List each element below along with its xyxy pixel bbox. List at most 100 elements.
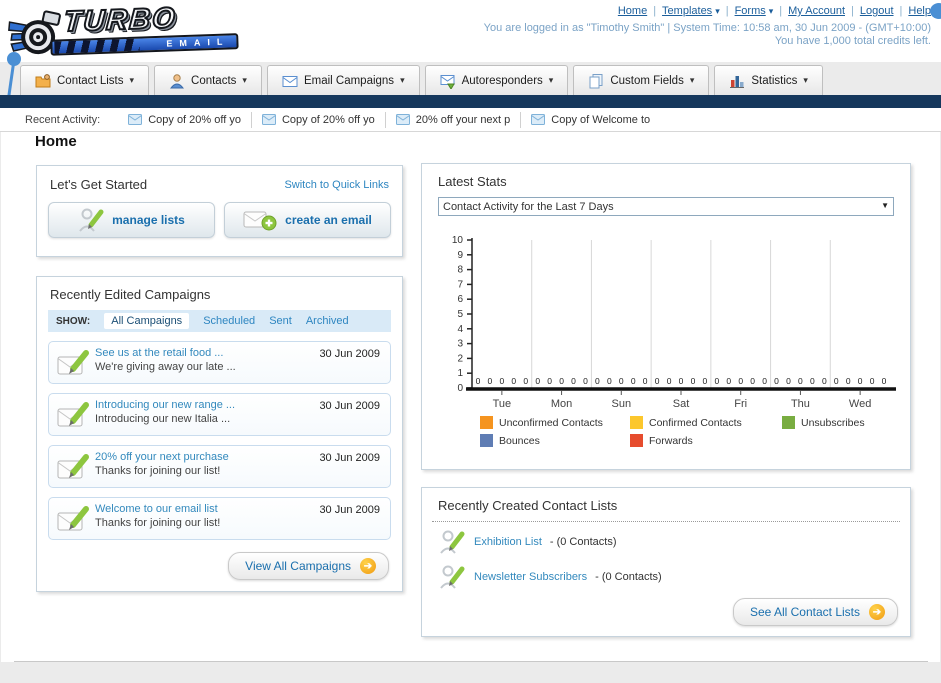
campaign-date: 30 Jun 2009 xyxy=(319,400,380,412)
svg-text:9: 9 xyxy=(457,250,463,261)
svg-text:2: 2 xyxy=(457,353,463,364)
create-email-label: create an email xyxy=(285,213,372,227)
tab-label: Custom Fields xyxy=(610,74,684,87)
arrow-right-icon: ➔ xyxy=(360,558,376,574)
svg-text:0: 0 xyxy=(667,376,672,386)
svg-text:0: 0 xyxy=(750,376,755,386)
svg-text:0: 0 xyxy=(870,376,875,386)
tab-autoresponders[interactable]: Autoresponders ▾ xyxy=(424,65,569,95)
svg-text:0: 0 xyxy=(846,376,851,386)
legend-item: Confirmed Contacts xyxy=(630,416,782,429)
manage-lists-button[interactable]: manage lists xyxy=(48,202,215,238)
tab-label: Contact Lists xyxy=(57,74,124,87)
svg-text:0: 0 xyxy=(559,376,564,386)
nav-link-templates[interactable]: Templates ▾ xyxy=(662,5,720,17)
user-pencil-icon xyxy=(79,208,104,232)
contact-list-count: - (0 Contacts) xyxy=(549,535,617,548)
legend-swatch xyxy=(630,434,643,447)
chevron-down-icon: ▾ xyxy=(129,75,135,85)
get-started-panel: Let's Get Started Switch to Quick Links … xyxy=(36,165,403,257)
app-logo[interactable]: TURBO EMAIL xyxy=(7,0,249,64)
campaign-date: 30 Jun 2009 xyxy=(319,348,380,360)
nav-link-logout[interactable]: Logout xyxy=(860,5,894,17)
get-started-title: Let's Get Started xyxy=(50,177,148,192)
nav-link-forms[interactable]: Forms ▾ xyxy=(735,5,774,17)
svg-text:0: 0 xyxy=(738,376,743,386)
recent-activity-item[interactable]: 20% off your next p xyxy=(386,111,522,128)
campaigns-filter-bar: SHOW: All Campaigns Scheduled Sent Archi… xyxy=(48,310,391,332)
chevron-down-icon: ▾ xyxy=(400,75,405,85)
svg-text:0: 0 xyxy=(882,376,887,386)
nav-link-home[interactable]: Home xyxy=(618,5,647,17)
contact-list-link[interactable]: Newsletter Subscribers xyxy=(474,571,587,583)
latest-stats-panel: Latest Stats Contact Activity for the La… xyxy=(421,163,911,470)
tab-label: Email Campaigns xyxy=(303,74,395,87)
legend-label: Bounces xyxy=(499,434,540,447)
login-info: You are logged in as "Timothy Smith" | S… xyxy=(483,22,931,34)
svg-text:6: 6 xyxy=(457,294,463,305)
svg-text:Sun: Sun xyxy=(611,398,631,410)
nav-link-my-account[interactable]: My Account xyxy=(788,5,845,17)
svg-text:0: 0 xyxy=(643,376,648,386)
filter-scheduled[interactable]: Scheduled xyxy=(203,315,255,327)
envelope-plus-icon xyxy=(243,211,277,231)
recent-activity-label: Recent Activity: xyxy=(25,113,101,126)
see-all-contact-lists-button[interactable]: See All Contact Lists ➔ xyxy=(732,598,898,626)
switch-quick-links-link[interactable]: Switch to Quick Links xyxy=(284,179,389,191)
contact-list-item[interactable]: Newsletter Subscribers - (0 Contacts) xyxy=(422,557,910,592)
navy-divider-bar xyxy=(0,95,941,108)
campaigns-title: Recently Edited Campaigns xyxy=(50,287,211,302)
tab-statistics[interactable]: Statistics ▾ xyxy=(714,65,823,95)
envelope-icon xyxy=(128,114,143,125)
recent-activity-item[interactable]: Copy of Welcome to xyxy=(521,112,660,128)
campaign-date: 30 Jun 2009 xyxy=(319,504,380,516)
svg-text:Fri: Fri xyxy=(734,398,747,410)
recent-activity-text: 20% off your next p xyxy=(415,113,511,126)
nav-link-help[interactable]: Help xyxy=(908,5,931,17)
filter-sent[interactable]: Sent xyxy=(269,315,292,327)
folder-user-icon xyxy=(35,73,51,87)
campaign-row[interactable]: Introducing our new range ... Introducin… xyxy=(48,393,391,436)
filter-archived[interactable]: Archived xyxy=(306,315,349,327)
tab-label: Contacts xyxy=(191,74,237,87)
svg-text:0: 0 xyxy=(810,376,815,386)
recent-activity-item[interactable]: Copy of 20% off yo xyxy=(118,111,252,128)
svg-text:0: 0 xyxy=(547,376,552,386)
campaign-row[interactable]: See us at the retail food ... We're givi… xyxy=(48,341,391,384)
envelope-icon xyxy=(531,114,546,125)
campaign-row[interactable]: 20% off your next purchase Thanks for jo… xyxy=(48,445,391,488)
filter-all-campaigns[interactable]: All Campaigns xyxy=(104,313,190,329)
separator: | xyxy=(851,5,854,17)
svg-text:3: 3 xyxy=(457,339,463,350)
svg-text:0: 0 xyxy=(834,376,839,386)
svg-text:Tue: Tue xyxy=(493,398,512,410)
campaign-description: Thanks for joining our list! xyxy=(95,517,221,529)
svg-text:0: 0 xyxy=(595,376,600,386)
user-icon xyxy=(170,73,185,88)
user-pencil-icon xyxy=(440,530,465,554)
svg-text:0: 0 xyxy=(619,376,624,386)
stats-period-select[interactable]: Contact Activity for the Last 7 Days xyxy=(438,197,894,216)
campaign-row[interactable]: Welcome to our email list Thanks for joi… xyxy=(48,497,391,540)
recent-activity-text: Copy of 20% off yo xyxy=(281,113,375,126)
chevron-down-icon: ▾ xyxy=(548,75,554,85)
envelope-arrow-icon xyxy=(440,74,455,89)
tab-contact-lists[interactable]: Contact Lists ▾ xyxy=(20,65,150,95)
contact-list-link[interactable]: Exhibition List xyxy=(474,536,542,548)
svg-text:0: 0 xyxy=(679,376,684,386)
contact-list-count: - (0 Contacts) xyxy=(595,570,662,583)
svg-text:0: 0 xyxy=(476,376,481,386)
recent-activity-text: Copy of 20% off yo xyxy=(148,113,241,126)
svg-text:0: 0 xyxy=(607,376,612,386)
svg-text:4: 4 xyxy=(457,324,463,335)
create-email-button[interactable]: create an email xyxy=(224,202,391,238)
header: TURBO EMAIL Home | Templates ▾ | Forms ▾ | My Ac… xyxy=(0,0,941,131)
tab-contacts[interactable]: Contacts ▾ xyxy=(154,65,262,95)
view-all-campaigns-button[interactable]: View All Campaigns ➔ xyxy=(228,552,389,580)
help-bubble-icon[interactable] xyxy=(930,3,941,19)
tab-custom-fields[interactable]: Custom Fields ▾ xyxy=(573,65,710,95)
svg-text:0: 0 xyxy=(858,376,863,386)
recent-activity-item[interactable]: Copy of 20% off yo xyxy=(252,111,386,128)
tab-email-campaigns[interactable]: Email Campaigns ▾ xyxy=(266,65,420,95)
contact-list-item[interactable]: Exhibition List - (0 Contacts) xyxy=(422,522,910,557)
